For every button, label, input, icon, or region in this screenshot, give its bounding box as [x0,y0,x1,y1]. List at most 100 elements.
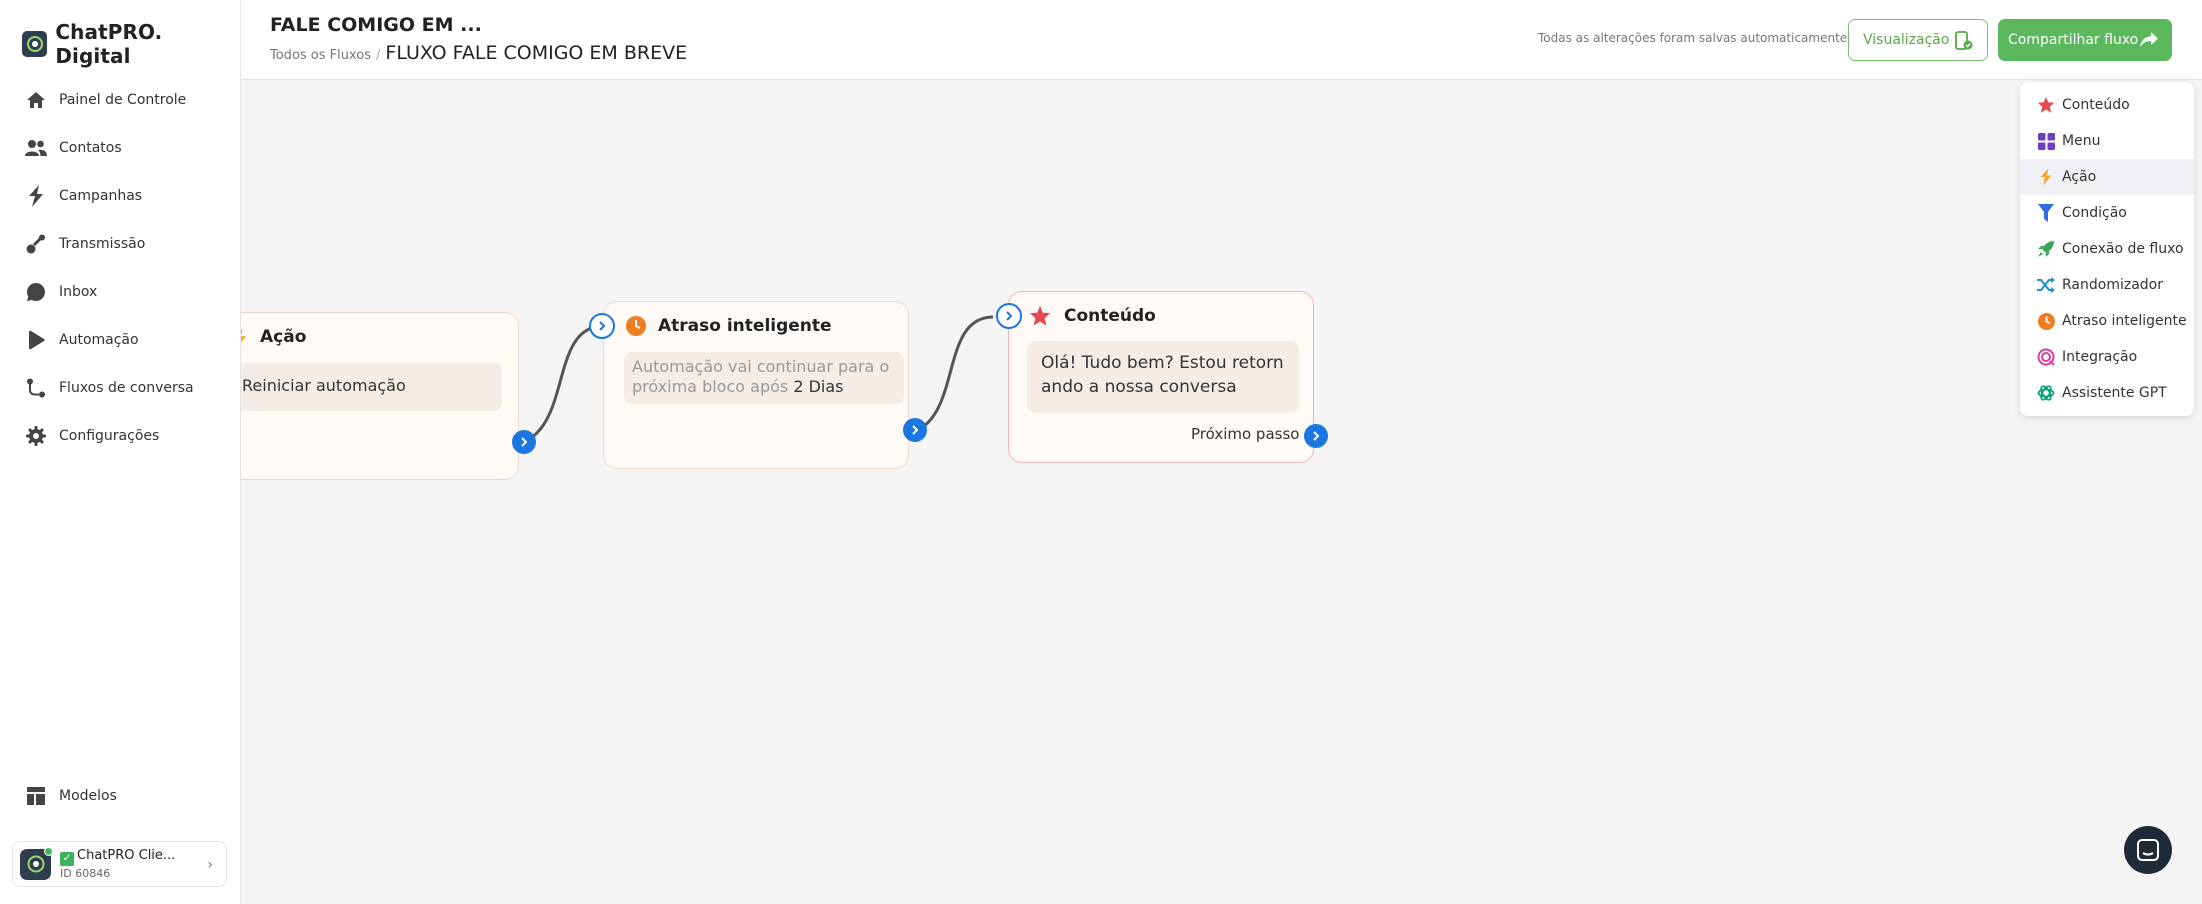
menu-item-menu[interactable]: Menu [2020,123,2194,159]
sidebar-item-label: Fluxos de conversa [59,380,194,396]
node-body: Olá! Tudo bem? Estou retornando a nossa … [1027,341,1299,413]
clock-icon [626,316,646,340]
account-switcher[interactable]: ✓ ChatPRO Clie... ID 60846 › [12,841,227,887]
breadcrumb-separator: / [376,48,381,63]
menu-item-assistente-gpt[interactable]: Assistente GPT [2020,375,2194,411]
support-chat-button[interactable] [2124,826,2172,874]
sidebar-item-contatos[interactable]: Contatos [0,124,240,172]
node-title: Atraso inteligente [658,316,832,336]
share-arrow-icon [2140,32,2158,47]
node-input-connector[interactable] [996,303,1022,329]
brand-logo-icon [22,31,48,57]
menu-item-acao[interactable]: Ação [2020,159,2194,195]
flow-canvas[interactable]: Ação Reiniciar automação Atraso intelige… [241,81,2202,904]
menu-item-label: Atraso inteligente [2062,313,2187,329]
sidebar-item-campanhas[interactable]: Campanhas [0,172,240,220]
node-output-connector[interactable] [512,430,536,454]
share-flow-button[interactable]: Compartilhar fluxo [1998,19,2172,61]
sidebar-item-label: Campanhas [59,188,143,204]
phone-preview-icon [1955,31,1973,50]
sidebar-bottom: Modelos [0,772,240,820]
sidebar-item-label: Modelos [59,788,117,804]
templates-icon [25,785,47,807]
broadcast-icon [25,233,47,255]
menu-item-label: Randomizador [2062,277,2163,293]
node-acao[interactable]: Ação Reiniciar automação [241,312,519,480]
bolt-icon [241,327,248,353]
menu-item-conexao-de-fluxo[interactable]: Conexão de fluxo [2020,231,2194,267]
sidebar-item-label: Configurações [59,428,160,444]
online-status-dot [44,846,53,856]
integration-icon [2037,348,2055,366]
preview-button[interactable]: Visualização [1848,19,1988,61]
star-icon [2037,96,2055,114]
node-output-connector[interactable] [903,418,927,442]
message-text: Olá! Tudo bem? Estou retornando a nossa … [1041,353,1284,397]
home-icon [25,89,47,111]
flow-icon [25,377,47,399]
delay-description: Automação vai continuar para o próxima b… [632,357,890,396]
rocket-icon [2037,240,2055,258]
sidebar-item-painel[interactable]: Painel de Controle [0,76,240,124]
sidebar-item-label: Inbox [59,284,98,300]
node-title: Ação [260,327,307,347]
autosave-status: Todas as alterações foram salvas automat… [1538,31,1848,45]
play-icon [25,329,47,351]
sidebar-item-modelos[interactable]: Modelos [0,772,240,820]
node-conteudo[interactable]: Conteúdo Olá! Tudo bem? Estou retornando… [1008,291,1314,463]
sidebar-item-configuracoes[interactable]: Configurações [0,412,240,460]
chat-bubble-icon [25,281,47,303]
sidebar-item-label: Painel de Controle [59,92,187,108]
brand[interactable]: ChatPRO. Digital [22,20,240,68]
menu-item-label: Ação [2062,169,2097,185]
breadcrumb-root-link[interactable]: Todos os Fluxos [270,48,371,63]
node-body: Automação vai continuar para o próxima b… [624,352,904,404]
star-icon [1029,305,1051,331]
chat-icon [2137,839,2159,861]
node-input-connector[interactable] [589,313,615,339]
sidebar-item-label: Contatos [59,140,122,156]
preview-button-label: Visualização [1863,32,1950,48]
check-icon: ✓ [60,852,74,866]
sidebar-item-inbox[interactable]: Inbox [0,268,240,316]
sidebar-item-label: Transmissão [59,236,146,252]
account-name: ChatPRO Clie... [77,848,176,863]
menu-item-integracao[interactable]: Integração [2020,339,2194,375]
next-step-connector[interactable] [1304,424,1328,448]
clock-icon [2037,312,2055,330]
account-id: ID 60846 [60,867,111,880]
sidebar-item-fluxos[interactable]: Fluxos de conversa [0,364,240,412]
menu-item-label: Menu [2062,133,2101,149]
users-icon [25,137,47,159]
brand-name: ChatPRO. Digital [55,20,163,68]
grid-icon [2037,132,2055,150]
avatar [20,846,53,880]
gpt-icon [2037,384,2055,402]
node-title: Conteúdo [1064,306,1156,326]
delay-value: 2 Dias [793,377,844,396]
header: FALE COMIGO EM ... Todos os Fluxos / FLU… [241,0,2202,80]
gear-icon [25,425,47,447]
breadcrumb-current: FLUXO FALE COMIGO EM BREVE [385,42,688,64]
menu-item-label: Conteúdo [2062,97,2130,113]
sidebar-nav: Painel de Controle Contatos Campanhas Tr… [0,76,240,460]
menu-item-randomizador[interactable]: Randomizador [2020,267,2194,303]
menu-item-condicao[interactable]: Condição [2020,195,2194,231]
sidebar-item-transmissao[interactable]: Transmissão [0,220,240,268]
sidebar: ChatPRO. Digital Painel de Controle Cont… [0,0,241,904]
add-node-menu: Conteúdo Menu Ação Condição Conexão de f… [2020,82,2194,416]
menu-item-label: Condição [2062,205,2127,221]
menu-item-label: Assistente GPT [2062,385,2167,401]
chevron-right-icon: › [207,857,213,873]
menu-item-conteudo[interactable]: Conteúdo [2020,87,2194,123]
page-title: FALE COMIGO EM ... [270,14,482,36]
menu-item-atraso-inteligente[interactable]: Atraso inteligente [2020,303,2194,339]
sidebar-item-label: Automação [59,332,139,348]
breadcrumb: Todos os Fluxos / FLUXO FALE COMIGO EM B… [270,42,687,64]
sidebar-item-automacao[interactable]: Automação [0,316,240,364]
next-step-label: Próximo passo [1191,425,1300,443]
node-atraso-inteligente[interactable]: Atraso inteligente Automação vai continu… [603,301,909,469]
bolt-icon [2037,168,2055,186]
bolt-icon [25,185,47,207]
connection-lines [523,315,994,444]
